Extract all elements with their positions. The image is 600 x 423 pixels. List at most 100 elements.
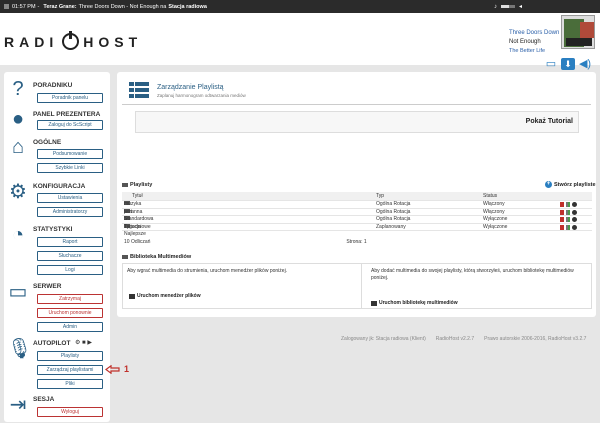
user-icon: ●: [11, 108, 25, 130]
logout-button[interactable]: Wyloguj: [37, 407, 103, 417]
settings-button[interactable]: Ustawienia: [37, 193, 103, 203]
app-icon: [4, 4, 9, 9]
download-icon[interactable]: ⬇: [561, 58, 575, 70]
copy-icon[interactable]: [566, 224, 570, 230]
gear-icon[interactable]: [572, 224, 577, 230]
quick-links-button[interactable]: Szybkie Linki: [37, 163, 103, 173]
now-playing-info: Three Doors Down Not Enough The Better L…: [509, 29, 559, 56]
copy-icon[interactable]: [566, 217, 570, 222]
pagination[interactable]: Strona: 1: [117, 239, 596, 245]
radiohost-logo[interactable]: RADI HOST: [4, 31, 143, 50]
footer: Zalogowany jk: Stacja radiowa (Klient) R…: [341, 336, 586, 342]
launch-media-library-link[interactable]: Uruchom bibliotekę multimediów: [371, 300, 458, 306]
autopilot-controls[interactable]: ⚙ ■ ▶: [75, 339, 92, 346]
playlist-type: Zaplanowany: [376, 223, 406, 230]
library-icon: [371, 300, 377, 306]
files-button[interactable]: Pliki: [37, 379, 103, 389]
speaker-icon[interactable]: ♪: [494, 4, 497, 10]
gear-icon[interactable]: [572, 217, 577, 222]
footer-logged-in: Zalogowany jk: Stacja radiowa (Klient): [341, 336, 426, 342]
restart-server-button[interactable]: Uruchom ponownie: [37, 308, 103, 318]
footer-copyright: Prawo autorskie 2006-2016, RadioHost v3.…: [484, 336, 587, 342]
page-title: Zarządzanie Playlistą: [157, 84, 224, 91]
col-status[interactable]: Status: [483, 192, 497, 201]
playlist-table: Tytuł Typ Status muzyka poranna Ogólna R…: [122, 192, 592, 245]
laptop-icon: ▭: [8, 281, 28, 303]
media-library-heading: Biblioteka Multimediów: [122, 254, 191, 260]
now-playing-track: Three Doors Down - Not Enough na: [78, 3, 167, 10]
delete-icon[interactable]: [560, 217, 564, 222]
header-icon-group: ▭ ⬇ ◀): [544, 58, 592, 70]
gear-icon: ⚙: [9, 181, 27, 203]
volume-icon[interactable]: ◀): [578, 58, 592, 70]
playlist-name[interactable]: test: [124, 209, 132, 217]
callout-number: 1: [124, 364, 130, 374]
create-playlist-button[interactable]: + Stwórz playliste: [545, 181, 596, 188]
header: RADI HOST Three Doors Down Not Enough Th…: [0, 13, 600, 70]
table-row[interactable]: Standardowa Rotacja Ogólna Rotacja Wyłąc…: [122, 216, 592, 230]
delete-icon[interactable]: [560, 209, 564, 215]
copy-icon[interactable]: [566, 202, 570, 207]
playlists-button[interactable]: Playlisty: [37, 351, 103, 361]
playlist-type: Ogólna Rotacja: [376, 216, 411, 222]
mute-icon[interactable]: ◂: [519, 3, 522, 10]
scscript-login-button[interactable]: Zaloguj do ScScript: [37, 120, 103, 130]
callout-arrow-icon: [105, 365, 120, 374]
section-title: OGÓLNE: [33, 139, 62, 146]
main-panel: Zarządzanie Playlistą Zaplanuj harmonogr…: [117, 72, 596, 317]
page-subtitle: Zaplanuj harmonogram odtwarzania mediów: [157, 93, 246, 98]
stop-server-button[interactable]: Zatrzymaj: [37, 294, 103, 304]
playlist-status: Włączony: [483, 208, 505, 215]
logo-text-left: RADI: [4, 33, 59, 50]
sidebar: ? PORADNIKU Poradnik panelu ● PANEL PREZ…: [4, 72, 110, 422]
playlist-status: Wyłączone: [483, 216, 508, 222]
file-manager-text: Aby wgrać multimedia do strumienia, uruc…: [127, 268, 288, 274]
section-title: PORADNIKU: [33, 82, 73, 89]
media-library-column: Aby dodać multimedia do swojej playlisty…: [363, 264, 591, 308]
media-library-text: Aby dodać multimedia do swojej playlisty…: [371, 268, 574, 281]
show-tutorial-button[interactable]: Pokaż Tutorial: [526, 118, 573, 125]
footer-version: RadioHost v2.2.7: [435, 336, 475, 342]
server-admin-button[interactable]: Admin: [37, 322, 103, 332]
report-button[interactable]: Raport: [37, 237, 103, 247]
microphone-icon: 🎙: [7, 338, 33, 360]
divider: [122, 104, 591, 105]
pie-chart-icon: ◔: [11, 224, 25, 246]
col-title[interactable]: Tytuł: [132, 192, 143, 201]
table-header: Tytuł Typ Status: [122, 192, 592, 201]
status-sep: -: [37, 3, 40, 10]
gear-icon[interactable]: [572, 202, 577, 207]
monitor-icon[interactable]: ▭: [544, 58, 558, 70]
manage-playlists-button[interactable]: Zarządzaj playlistami: [37, 365, 103, 375]
playlist-type: Ogólna Rotacja: [376, 208, 411, 215]
launch-file-manager-link[interactable]: Uruchom menedżer plików: [129, 293, 201, 299]
table-row[interactable]: Tygodniowe Najlepsze 10 Odliczań Zaplano…: [122, 223, 592, 245]
col-type[interactable]: Typ: [376, 192, 384, 201]
np-artist: Three Doors Down: [509, 30, 560, 36]
media-library-icon: [122, 254, 128, 259]
gear-icon[interactable]: [572, 209, 577, 215]
logs-button[interactable]: Logi: [37, 265, 103, 275]
table-row[interactable]: test Ogólna Rotacja Włączony: [122, 208, 592, 217]
administrators-button[interactable]: Administratorzy: [37, 207, 103, 217]
copy-icon[interactable]: [566, 209, 570, 215]
playlist-status: Wyłączone: [483, 223, 508, 230]
section-title: AUTOPILOT: [33, 340, 71, 347]
logo-text-right: HOST: [83, 33, 143, 50]
delete-icon[interactable]: [560, 202, 564, 207]
power-icon: [62, 31, 80, 50]
file-manager-column: Aby wgrać multimedia do strumienia, uruc…: [123, 264, 362, 308]
panel-guide-button[interactable]: Poradnik panelu: [37, 93, 103, 103]
volume-controls[interactable]: ♪ ◂: [494, 3, 522, 11]
listeners-button[interactable]: Słuchacze: [37, 251, 103, 261]
delete-icon[interactable]: [560, 224, 564, 230]
summary-button[interactable]: Podsumowanie: [37, 149, 103, 159]
volume-slider[interactable]: [501, 5, 515, 8]
section-title: SERWER: [33, 283, 62, 290]
np-album: The Better Life: [509, 48, 546, 54]
top-status-bar: 01:57 PM - Teraz Grane: Three Doors Down…: [0, 0, 600, 13]
now-playing-label: Teraz Grane:: [43, 3, 77, 10]
home-icon: ⌂: [11, 136, 25, 158]
table-row[interactable]: muzyka poranna Ogólna Rotacja Włączony: [122, 201, 592, 215]
status-time: 01:57 PM: [12, 3, 36, 10]
